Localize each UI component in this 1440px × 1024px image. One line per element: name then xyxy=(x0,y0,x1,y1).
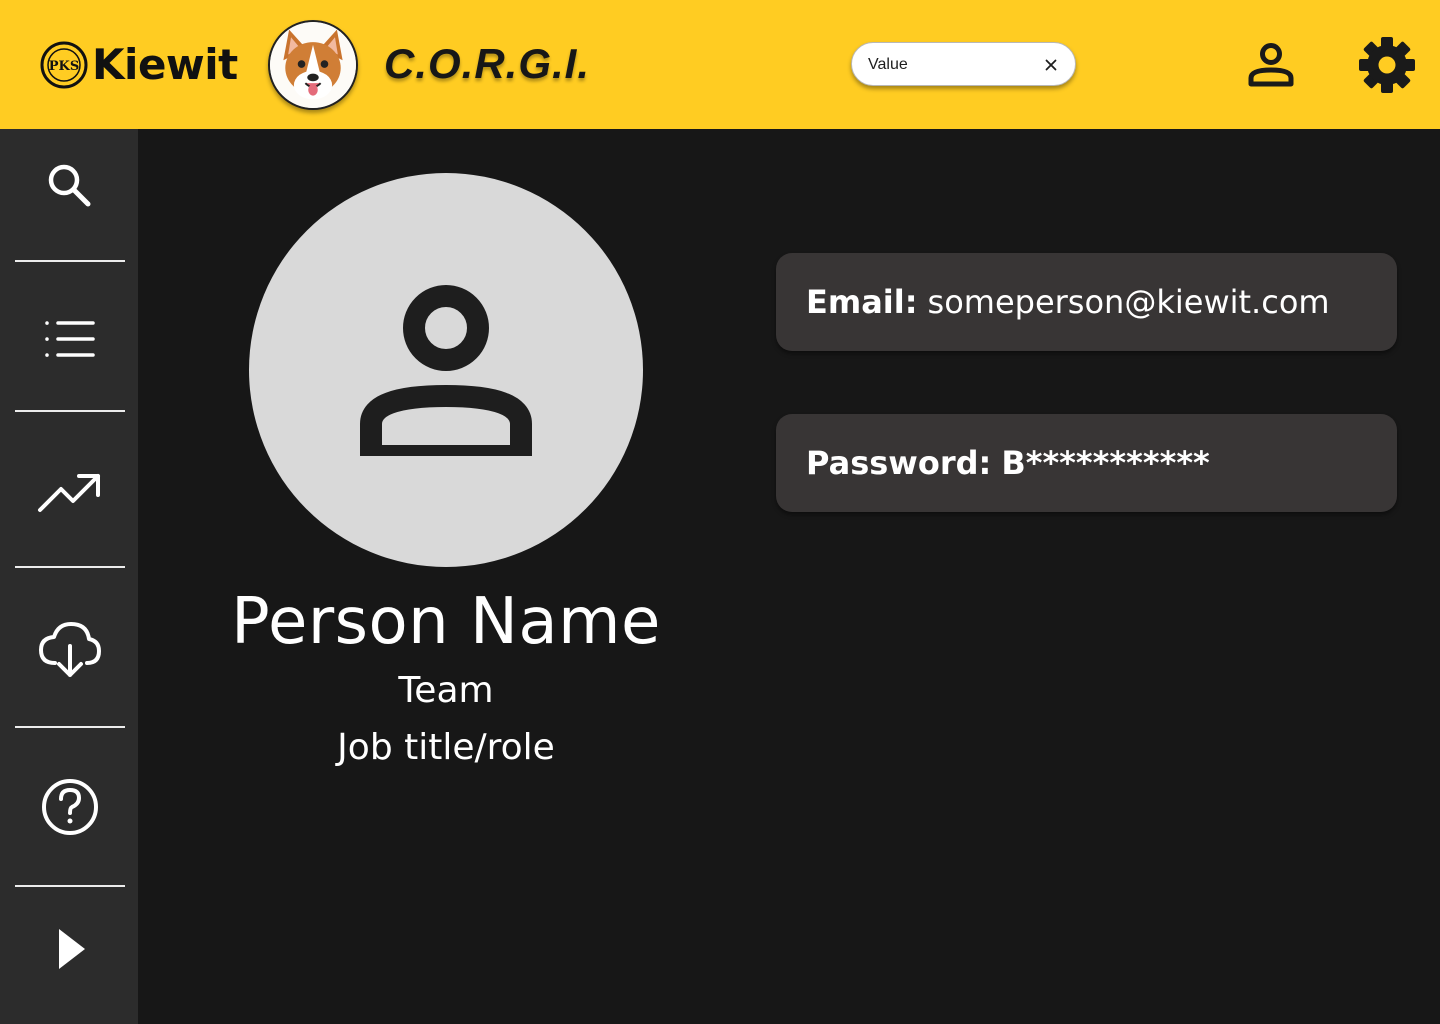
password-card: Password: B*********** xyxy=(776,414,1397,512)
trending-up-icon xyxy=(38,474,100,512)
sidebar-divider xyxy=(15,566,125,568)
sidebar-divider xyxy=(15,260,125,262)
sidebar-item-trends[interactable] xyxy=(30,453,110,533)
svg-text:PKS: PKS xyxy=(49,59,79,74)
pks-seal-icon: PKS xyxy=(40,41,88,88)
sidebar-item-help[interactable] xyxy=(30,767,110,847)
email-value: someperson@kiewit.com xyxy=(927,283,1330,321)
search-icon xyxy=(48,164,91,207)
user-icon[interactable] xyxy=(1244,40,1298,94)
sidebar-item-search[interactable] xyxy=(30,146,110,226)
sidebar xyxy=(0,129,138,1024)
password-label: Password: xyxy=(806,444,992,482)
sidebar-divider xyxy=(15,410,125,412)
app-title: C.O.R.G.I. xyxy=(384,40,591,87)
person-team: Team xyxy=(398,670,494,711)
play-arrow-icon xyxy=(59,929,85,969)
email-label: Email: xyxy=(806,283,918,321)
person-role: Job title/role xyxy=(337,727,555,768)
search-input[interactable] xyxy=(868,53,1038,77)
cloud-download-icon xyxy=(39,622,101,677)
list-icon xyxy=(45,321,95,357)
sidebar-item-expand[interactable] xyxy=(30,909,110,989)
password-value: B*********** xyxy=(1001,444,1210,482)
user-icon xyxy=(360,285,532,456)
person-name: Person Name xyxy=(231,585,661,659)
close-icon[interactable] xyxy=(1041,55,1061,75)
sidebar-divider xyxy=(15,726,125,728)
sidebar-item-download[interactable] xyxy=(30,609,110,689)
corgi-icon xyxy=(270,22,356,108)
help-circle-icon xyxy=(42,779,98,835)
kiewit-logo[interactable]: PKS Kiewit xyxy=(40,40,238,89)
brand-name: Kiewit xyxy=(92,40,238,89)
profile-avatar xyxy=(249,173,643,567)
search-chip[interactable] xyxy=(851,42,1076,86)
top-bar: PKS Kiewit C.O.R.G.I. xyxy=(0,0,1440,129)
sidebar-item-list[interactable] xyxy=(30,299,110,379)
email-card: Email: someperson@kiewit.com xyxy=(776,253,1397,351)
corgi-mascot-avatar xyxy=(268,20,358,110)
gear-icon[interactable] xyxy=(1358,36,1416,94)
sidebar-divider xyxy=(15,885,125,887)
